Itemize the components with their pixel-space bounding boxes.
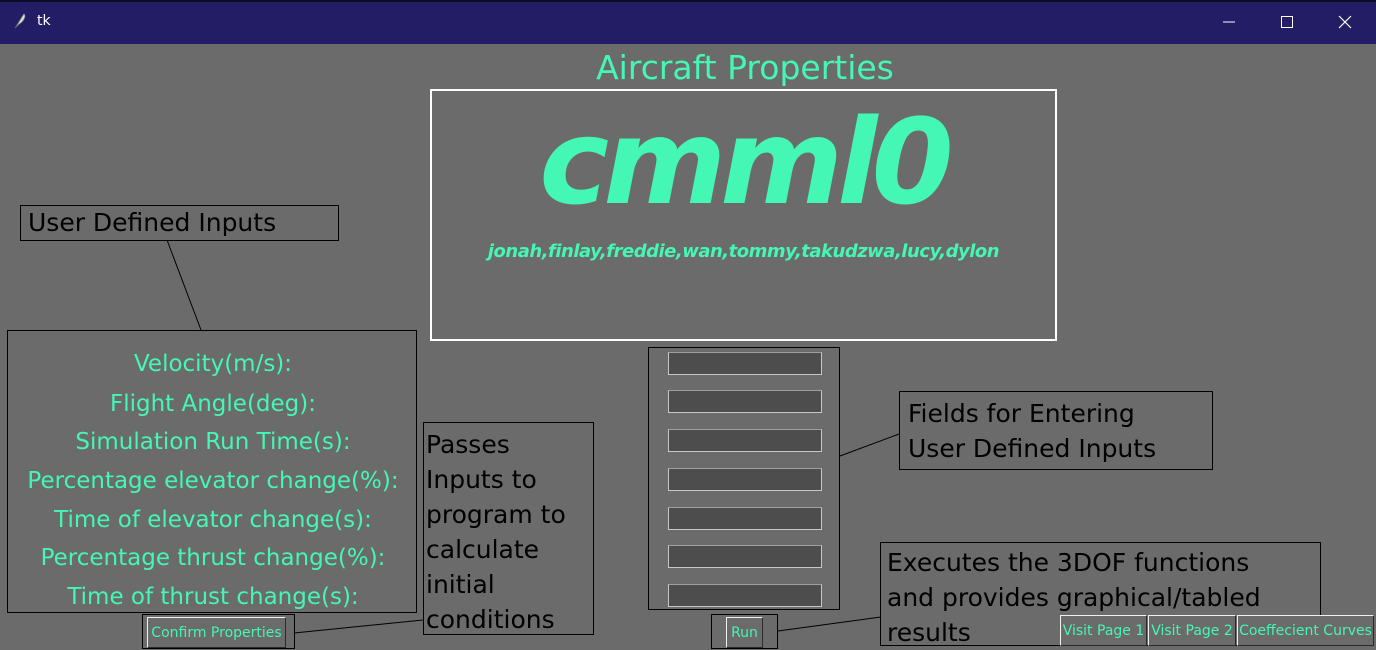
visit-page-1-button[interactable]: Visit Page 1: [1060, 615, 1147, 646]
label-time-elevator-change: Time of elevator change(s):: [54, 507, 372, 533]
annotation-line: Executes the 3DOF functions: [887, 548, 1250, 577]
label-time-thrust-change: Time of thrust change(s):: [67, 584, 359, 610]
velocity-input[interactable]: [668, 352, 822, 375]
confirm-properties-button[interactable]: Confirm Properties: [147, 617, 286, 648]
annotation-line: calculate: [426, 535, 540, 564]
annotation-line: User Defined Inputs: [908, 434, 1157, 463]
simulation-run-time-input[interactable]: [668, 429, 822, 452]
annotation-line: program to: [426, 500, 566, 529]
percentage-elevator-change-input[interactable]: [668, 468, 822, 491]
annotation-fields-for-entering: Fields for Entering User Defined Inputs: [899, 391, 1213, 470]
annotation-line: Fields for Entering: [908, 399, 1135, 428]
label-velocity: Velocity(m/s):: [133, 351, 293, 377]
annotation-user-defined-inputs: User Defined Inputs: [20, 205, 339, 241]
run-button[interactable]: Run: [726, 617, 763, 648]
coefficient-curves-button[interactable]: Coeffecient Curves: [1237, 615, 1374, 646]
time-thrust-change-input[interactable]: [668, 584, 822, 607]
label-percentage-elevator-change: Percentage elevator change(%):: [27, 468, 399, 494]
annotation-line: conditions: [426, 605, 555, 634]
percentage-thrust-change-input[interactable]: [668, 545, 822, 568]
label-percentage-thrust-change: Percentage thrust change(%):: [40, 545, 386, 571]
flight-angle-input[interactable]: [668, 390, 822, 413]
annotation-line: and provides graphical/tabled: [887, 583, 1261, 612]
run-button-frame: Run: [711, 614, 778, 649]
annotation-line: initial: [426, 570, 495, 599]
time-elevator-change-input[interactable]: [668, 507, 822, 530]
label-flight-angle: Flight Angle(deg):: [109, 391, 316, 417]
annotation-line: Inputs to: [426, 465, 537, 494]
input-labels-panel: Velocity(m/s): Flight Angle(deg): Simula…: [7, 330, 417, 613]
visit-page-2-button[interactable]: Visit Page 2: [1148, 615, 1236, 646]
annotation-text: User Defined Inputs: [28, 208, 277, 237]
annotation-passes-inputs: Passes Inputs to program to calculate in…: [423, 422, 594, 635]
annotation-line: Passes: [426, 430, 510, 459]
label-simulation-run-time: Simulation Run Time(s):: [75, 429, 351, 455]
confirm-button-frame: Confirm Properties: [142, 614, 295, 649]
input-fields-panel: [648, 347, 840, 610]
